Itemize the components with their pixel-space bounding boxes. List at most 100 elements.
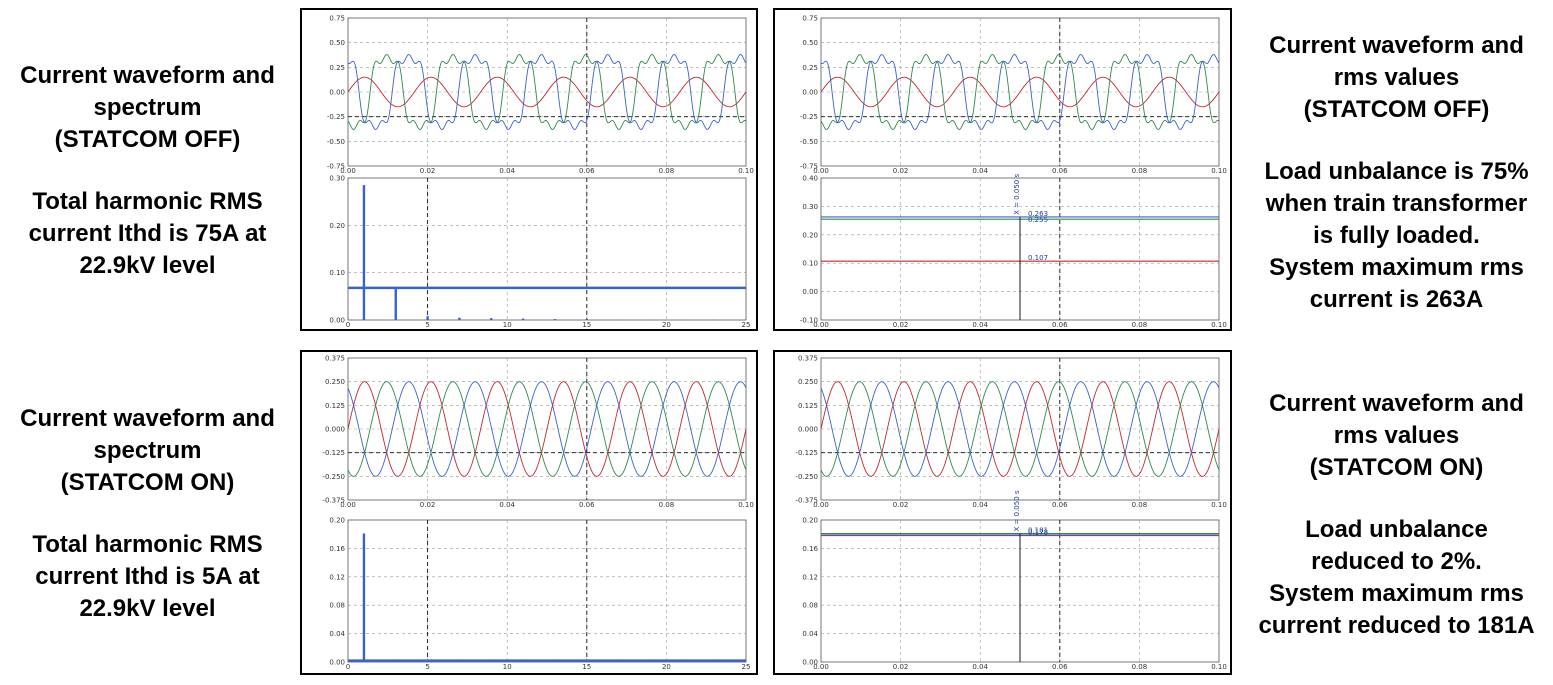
harmonic-bar	[458, 317, 461, 320]
y-tick-label: 0.04	[329, 630, 345, 638]
y-tick-label: 0.125	[798, 402, 818, 410]
panel-statcom-off-spectrum: 0.75 0.50 0.25 0.00 -0.25 -0.50 -0.75 0.00 0.02 0…	[300, 8, 758, 331]
y-tick-label: 0.20	[802, 231, 818, 239]
x-tick-label: 0.00	[813, 321, 829, 329]
x-tick-label: 0.08	[659, 167, 675, 175]
caption-gap	[1240, 484, 1553, 514]
x-tick-label: 0.06	[579, 167, 595, 175]
harmonic-bar	[521, 318, 525, 320]
plot-area: 0.750.500.250.00-0.25-0.50-0.750.00 0.02 0…	[327, 15, 754, 176]
x-tick-label: 0.08	[1132, 167, 1148, 175]
caption-body-line: Total harmonic RMS	[32, 188, 263, 215]
y-tick-label: 0.00	[329, 89, 345, 97]
y-tick-label: 0.375	[325, 355, 345, 363]
harmonic-bar	[553, 319, 557, 320]
caption-gap	[1240, 126, 1553, 156]
x-tick-label: 5	[425, 321, 429, 329]
harmonic-bar	[362, 185, 366, 320]
caption-statcom-on-rms: Current waveform and rms values (STATCOM…	[1240, 388, 1553, 642]
y-tick-label: 0.000	[325, 426, 345, 434]
chart-statcom-on-spectrum: 0.3750.2500.1250.000-0.125-0.250-0.3750.…	[322, 355, 753, 672]
x-tick-label: 0.10	[1211, 663, 1227, 671]
plot-area: 0.20 0.16 0.12 0.08 0.04 0.000 5 10 15 20 25	[329, 517, 750, 672]
panel-statcom-on-spectrum: 0.375 0.250 0.125 0.000 -0.125 -0.250 -0.375 0.…	[300, 350, 758, 675]
harmonic-bar	[617, 319, 620, 321]
x-tick-label: 15	[582, 321, 591, 329]
y-tick-label: 0.10	[329, 269, 345, 277]
x-tick-label: 10	[503, 663, 512, 671]
x-tick-label: 0.02	[893, 167, 909, 175]
caption-gap	[0, 499, 295, 529]
y-tick-label: -0.250	[322, 473, 345, 481]
plot-frame	[347, 177, 747, 321]
y-tick-label: 0.50	[329, 39, 345, 47]
caption-statcom-off-spectrum: Current waveform and spectrum (STATCOM O…	[0, 60, 295, 282]
x-tick-label: 15	[582, 663, 591, 671]
y-tick-label: 0.00	[329, 659, 345, 667]
caption-title-line: spectrum	[93, 437, 202, 464]
harmonic-bar	[585, 319, 588, 320]
plot-area: 0.3750.2500.1250.000-0.125-0.250-0.3750.…	[795, 355, 1226, 510]
caption-title-line: rms values	[1333, 422, 1460, 449]
x-tick-label: 25	[742, 321, 751, 329]
x-tick-label: 0.08	[1132, 321, 1148, 329]
chart-statcom-off-rms: 0.750.500.250.00-0.25-0.50-0.750.00 0.02 0…	[800, 15, 1227, 330]
x-tick-label: 25	[742, 663, 751, 671]
value-label: 0.178	[1028, 529, 1048, 537]
caption-body-line: is fully loaded.	[1313, 222, 1480, 249]
y-tick-label: 0.20	[329, 222, 345, 230]
y-tick-label: 0.250	[325, 378, 345, 386]
y-tick-label: -0.250	[795, 473, 818, 481]
x-tick-label: 0.04	[972, 167, 988, 175]
harmonic-bar	[681, 319, 684, 321]
y-tick-label: 0.375	[798, 355, 818, 363]
plot-area: 0.20 0.16 0.12 0.08 0.04 0.00 0.00 0.02 0.04 0.06…	[802, 490, 1226, 671]
plot-area: 0.3750.2500.1250.000-0.125-0.250-0.3750.…	[322, 355, 753, 510]
y-tick-label: 0.20	[802, 517, 818, 525]
cursor-label: X = 0.050 s	[1013, 174, 1021, 215]
x-tick-label: 0.04	[972, 321, 988, 329]
y-tick-label: 0.12	[329, 573, 345, 581]
y-tick-label: 0.16	[329, 545, 345, 553]
x-tick-label: 10	[503, 321, 512, 329]
x-tick-label: 0.00	[813, 501, 829, 509]
y-tick-label: 0.10	[802, 260, 818, 268]
plot-frame	[347, 519, 747, 663]
panel-statcom-on-rms: 0.375 0.250 0.125 0.000 -0.125 -0.250 -0.375 0.…	[773, 350, 1232, 675]
y-tick-label: 0.250	[798, 378, 818, 386]
caption-body-line: current Ithd is 5A at	[35, 563, 260, 590]
chart-statcom-off-spectrum: 0.750.500.250.00-0.25-0.50-0.750.00 0.02 0…	[327, 15, 754, 330]
x-tick-label: 0.02	[893, 663, 909, 671]
y-tick-label: -0.50	[800, 138, 818, 146]
x-tick-label: 0.10	[1211, 321, 1227, 329]
x-tick-label: 0.04	[972, 663, 988, 671]
x-tick-label: 20	[662, 321, 671, 329]
y-tick-label: 0.75	[802, 15, 818, 23]
y-tick-label: 0.30	[329, 175, 345, 183]
cursor-label: X = 0.050 s	[1013, 490, 1021, 531]
caption-body-line: current reduced to 181A	[1258, 612, 1535, 639]
caption-body-line: System maximum rms	[1269, 580, 1524, 607]
harmonic-bar	[362, 533, 366, 662]
harmonic-bar	[394, 287, 397, 320]
caption-title-line: rms values	[1333, 64, 1460, 91]
x-tick-label: 0.06	[1052, 501, 1068, 509]
caption-title-line: (STATCOM ON)	[1309, 454, 1484, 481]
x-tick-label: 0.06	[1052, 321, 1068, 329]
value-label: 0.107	[1028, 254, 1048, 262]
y-tick-label: 0.12	[802, 573, 818, 581]
x-tick-label: 0.10	[1211, 167, 1227, 175]
caption-title-line: Current waveform and	[1269, 390, 1524, 417]
y-tick-label: 0.08	[802, 602, 818, 610]
y-tick-label: 0.00	[802, 89, 818, 97]
harmonic-bar	[490, 318, 493, 320]
y-tick-label: 0.50	[802, 39, 818, 47]
caption-body-line: Load unbalance is 75%	[1264, 158, 1529, 185]
plot-area: 0.750.500.250.00-0.25-0.50-0.750.00 0.02 0…	[800, 15, 1227, 176]
x-tick-label: 0.10	[1211, 501, 1227, 509]
y-tick-label: 0.04	[802, 630, 818, 638]
y-tick-label: -0.50	[327, 138, 345, 146]
caption-body-line: System maximum rms	[1269, 254, 1524, 281]
y-tick-label: 0.00	[329, 317, 345, 325]
y-tick-label: -0.125	[322, 449, 345, 457]
